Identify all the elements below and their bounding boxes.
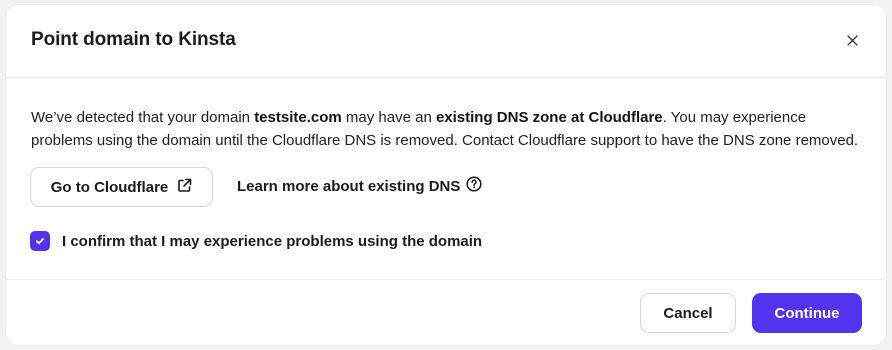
confirm-label: I confirm that I may experience problems…	[62, 232, 483, 250]
cancel-button[interactable]: Cancel	[640, 293, 736, 333]
continue-button[interactable]: Continue	[752, 293, 862, 333]
notice-part2: may have an	[341, 109, 436, 126]
dialog-header: Point domain to Kinsta	[6, 5, 886, 78]
external-link-icon	[177, 178, 192, 197]
dns-zone-highlight: existing DNS zone at Cloudflare	[435, 109, 663, 126]
dialog-body: We’ve detected that your domain testsite…	[6, 78, 886, 280]
dialog-title: Point domain to Kinsta	[31, 29, 236, 50]
help-circle-icon	[466, 176, 482, 196]
close-icon	[846, 34, 858, 49]
confirm-checkbox-row[interactable]: I confirm that I may experience problems…	[30, 231, 482, 251]
domain-name: testsite.com	[254, 109, 342, 126]
dialog-footer: Cancel Continue	[6, 280, 886, 346]
point-domain-dialog: Point domain to Kinsta We’ve detected th…	[6, 5, 886, 345]
go-to-cloudflare-button[interactable]: Go to Cloudflare	[30, 167, 213, 207]
learn-more-label: Learn more about existing DNS	[237, 177, 461, 195]
close-button[interactable]	[842, 31, 862, 51]
learn-more-dns-link[interactable]: Learn more about existing DNS	[237, 176, 482, 196]
checkmark-icon	[35, 237, 45, 245]
confirm-checkbox[interactable]	[30, 231, 50, 251]
dns-warning-text: We’ve detected that your domain testsite…	[31, 106, 871, 152]
notice-part1: We’ve detected that your domain	[31, 109, 255, 126]
go-to-cloudflare-label: Go to Cloudflare	[50, 178, 169, 196]
